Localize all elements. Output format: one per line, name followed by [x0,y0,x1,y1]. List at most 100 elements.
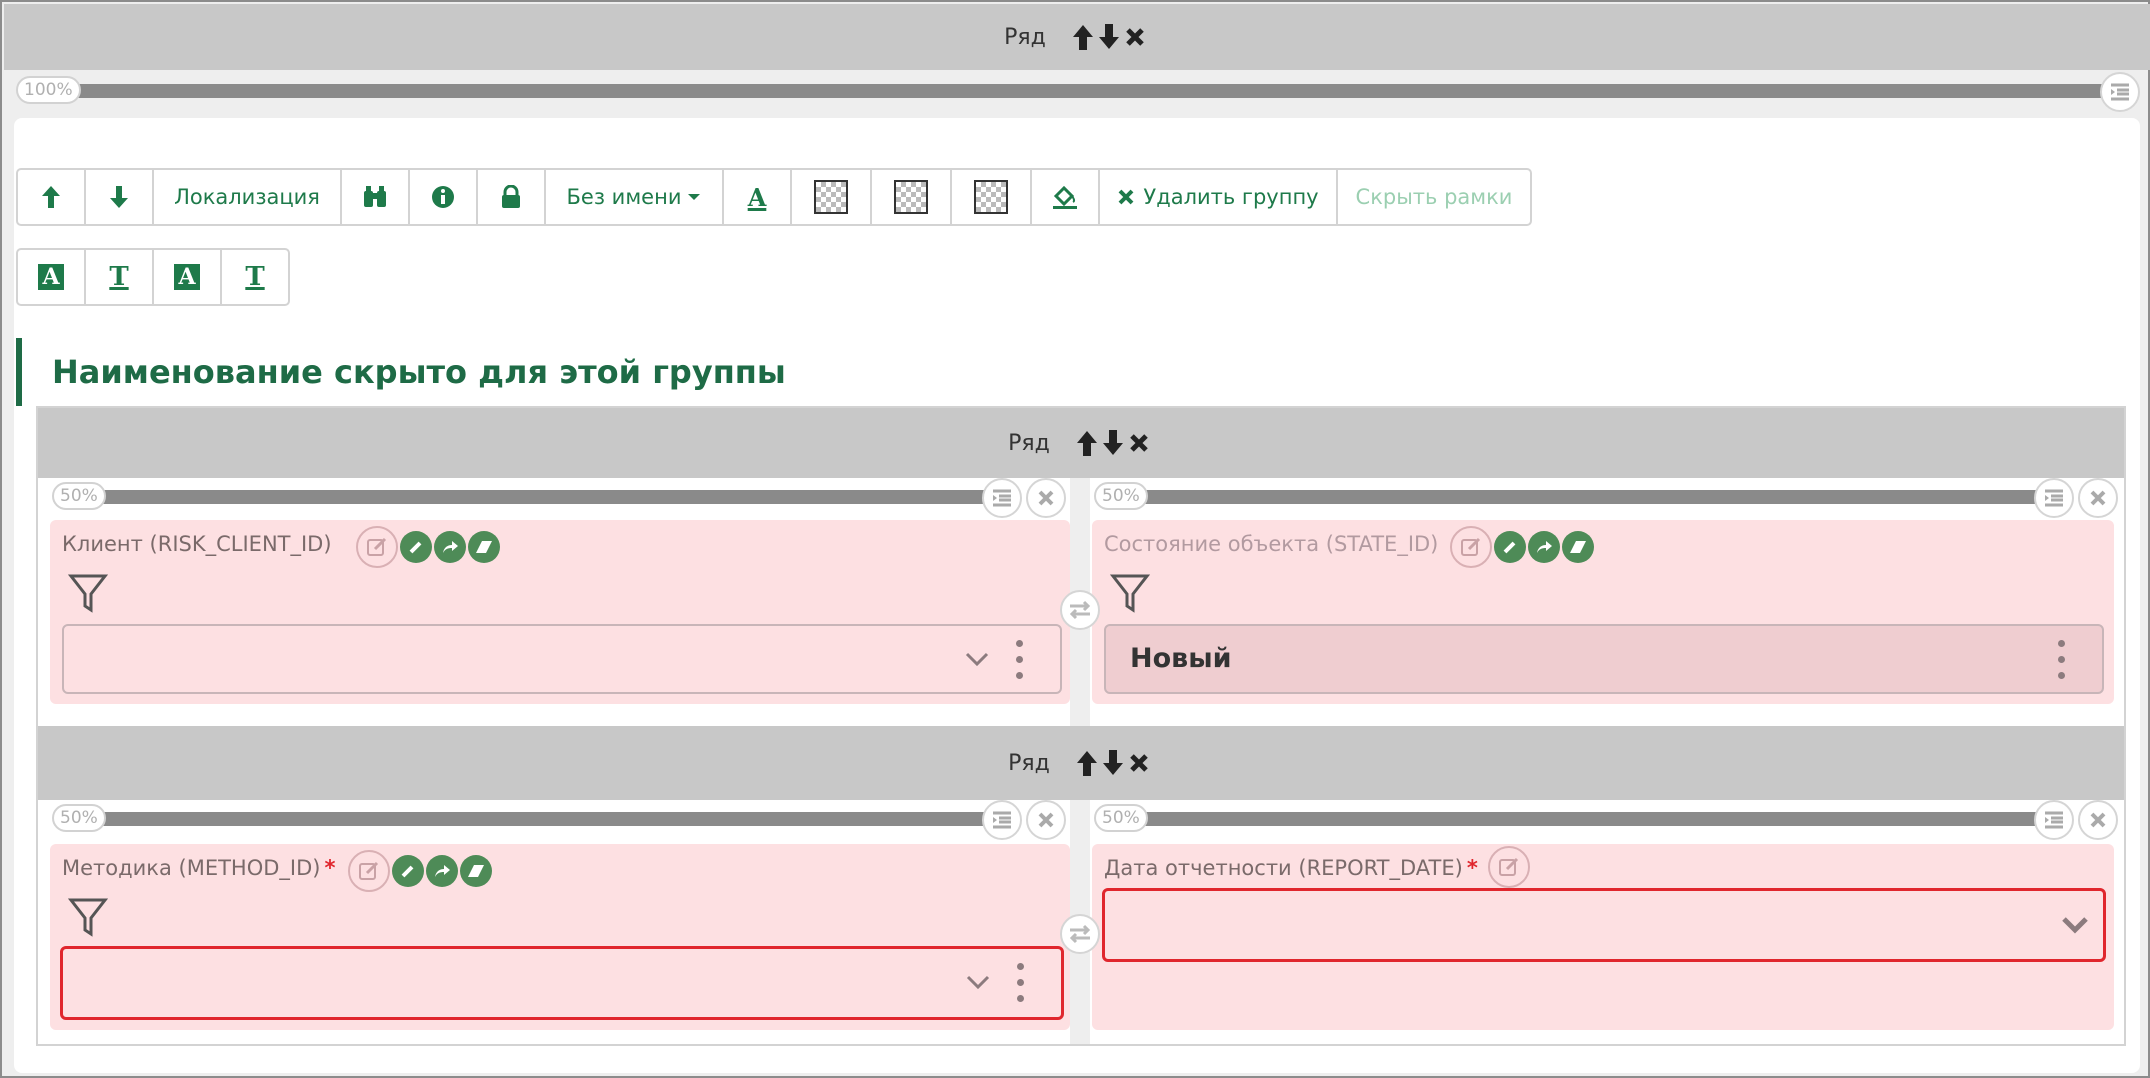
value-underline-button[interactable]: T [220,248,290,306]
edit-icon[interactable] [1450,526,1492,568]
field-label: Состояние объекта (STATE_ID) [1104,532,1439,556]
move-up-icon[interactable] [1072,23,1094,51]
move-group-down-button[interactable] [84,168,154,226]
row-title: Ряд [1008,750,1050,776]
method-select[interactable] [60,946,1064,1020]
pencil-icon[interactable] [400,531,432,563]
name-dropdown-label: Без имени [566,185,682,209]
group-title: Наименование скрыто для этой группы [16,338,786,406]
binoculars-icon [364,186,386,207]
remove-column-icon[interactable] [2078,800,2118,840]
delete-row-icon[interactable] [1128,752,1150,774]
transparent-bg-button-1[interactable] [790,168,872,226]
client-select[interactable] [62,624,1062,694]
width-percent: 50% [1094,804,1148,832]
more-options-icon[interactable] [2058,640,2066,680]
search-button[interactable] [340,168,410,226]
column-settings-icon[interactable] [982,478,1022,518]
fill-color-button[interactable] [1030,168,1100,226]
value-bold-bg-button[interactable]: A [152,248,222,306]
width-bar-r2-right[interactable]: 50% [1094,800,2118,840]
text-t-icon: T [109,262,129,292]
field-label: Клиент (RISK_CLIENT_ID) [62,532,332,556]
pencil-icon[interactable] [392,855,424,887]
swap-columns-icon[interactable] [1060,590,1100,630]
row-title: Ряд [1004,24,1046,50]
remove-column-icon[interactable] [2078,478,2118,518]
select-value: Новый [1130,643,1232,674]
width-percent: 50% [52,804,106,832]
report-date-select[interactable] [1102,888,2106,962]
lock-button[interactable] [476,168,546,226]
transparent-bg-button-3[interactable] [950,168,1032,226]
pencil-icon[interactable] [1494,531,1526,563]
move-down-icon[interactable] [1102,429,1124,457]
field-label: Дата отчетности (REPORT_DATE) * [1104,856,1478,880]
column-settings-icon[interactable] [982,800,1022,840]
field-client: Клиент (RISK_CLIENT_ID) [50,520,1070,704]
chevron-down-icon[interactable] [964,646,990,672]
font-color-button[interactable]: A [722,168,792,226]
column-settings-icon[interactable] [2034,478,2074,518]
filter-icon[interactable] [1110,572,1150,614]
delete-row-icon[interactable] [1124,26,1146,48]
localization-button[interactable]: Локализация [152,168,342,226]
move-up-icon[interactable] [1076,429,1098,457]
state-select[interactable]: Новый [1104,624,2104,694]
delete-group-label: Удалить группу [1143,185,1319,209]
filter-icon[interactable] [68,896,108,938]
width-bar-r1-left[interactable]: 50% [52,478,1066,518]
delete-group-button[interactable]: Удалить группу [1098,168,1338,226]
width-bar-r2-left[interactable]: 50% [52,800,1066,840]
field-label-text: Методика (METHOD_ID) [62,856,321,880]
more-options-icon[interactable] [1017,963,1025,1003]
label-bold-bg-button[interactable]: A [16,248,86,306]
remove-column-icon[interactable] [1026,800,1066,840]
share-icon[interactable] [1528,531,1560,563]
eraser-icon[interactable] [468,531,500,563]
caret-down-icon [688,194,701,200]
transparency-icon [974,180,1008,214]
arrow-up-icon [42,186,60,208]
remove-column-icon[interactable] [1026,478,1066,518]
transparency-icon [814,180,848,214]
row-header-2: Ряд [38,726,2124,800]
text-a-filled-icon: A [174,264,200,290]
edit-icon[interactable] [348,850,390,892]
move-up-icon[interactable] [1076,749,1098,777]
text-t-icon: T [245,262,265,292]
edit-icon[interactable] [356,526,398,568]
width-bar-top[interactable]: 100% [16,72,2140,112]
close-icon [1118,189,1134,205]
transparent-bg-button-2[interactable] [870,168,952,226]
move-group-up-button[interactable] [16,168,86,226]
lock-icon [502,185,520,208]
form-designer-frame: Ряд 100% Локализация Без имени A Удалить… [0,0,2150,1078]
info-button[interactable] [408,168,478,226]
field-label-text: Дата отчетности (REPORT_DATE) [1104,856,1463,880]
move-down-icon[interactable] [1102,749,1124,777]
filter-icon[interactable] [68,572,108,614]
delete-row-icon[interactable] [1128,432,1150,454]
eraser-icon[interactable] [460,855,492,887]
label-underline-button[interactable]: T [84,248,154,306]
hide-frames-button[interactable]: Скрыть рамки [1336,168,1532,226]
column-settings-icon[interactable] [2034,800,2074,840]
swap-columns-icon[interactable] [1060,914,1100,954]
share-icon[interactable] [434,531,466,563]
chevron-down-icon[interactable] [965,969,991,995]
text-a-filled-icon: A [38,264,64,290]
column-settings-icon[interactable] [2100,72,2140,112]
width-percent: 50% [52,482,106,510]
toolbar: Локализация Без имени A Удалить группу С… [16,168,1532,226]
share-icon[interactable] [426,855,458,887]
width-bar-r1-right[interactable]: 50% [1094,478,2118,518]
move-down-icon[interactable] [1098,23,1120,51]
chevron-down-icon[interactable] [2061,911,2089,937]
name-dropdown[interactable]: Без имени [544,168,724,226]
info-icon [432,186,454,208]
more-options-icon[interactable] [1016,640,1024,680]
edit-icon[interactable] [1488,846,1530,888]
eraser-icon[interactable] [1562,531,1594,563]
field-state: Состояние объекта (STATE_ID) Новый [1092,520,2114,704]
